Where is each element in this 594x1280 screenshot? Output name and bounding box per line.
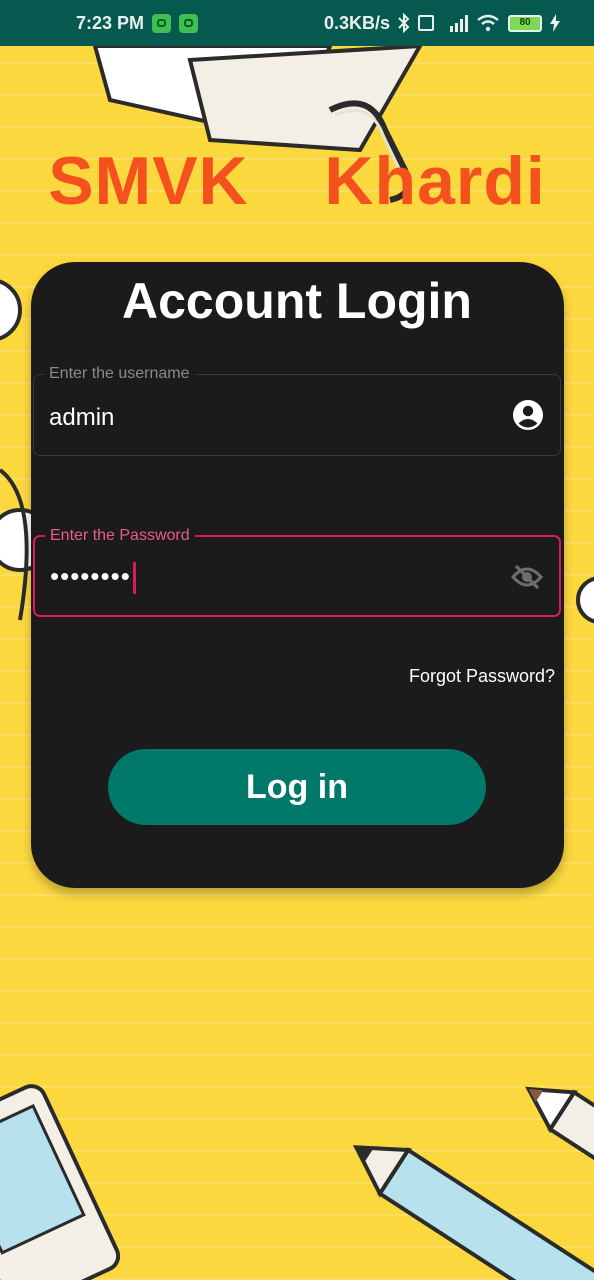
visibility-off-icon[interactable] bbox=[511, 561, 543, 593]
status-bar: 7:23 PM 0.3KB/s 80 bbox=[0, 0, 594, 46]
username-label: Enter the username bbox=[44, 364, 195, 384]
network-speed: 0.3KB/s bbox=[323, 12, 390, 33]
password-mask: •••••••• bbox=[50, 561, 131, 591]
username-input[interactable]: admin bbox=[49, 404, 114, 432]
4g-signal-icon bbox=[450, 15, 468, 32]
account-circle-icon bbox=[513, 400, 543, 430]
status-time: 7:23 PM bbox=[76, 12, 145, 33]
charging-icon bbox=[550, 14, 560, 32]
forgot-password-link[interactable]: Forgot Password? bbox=[409, 666, 555, 687]
password-field[interactable]: Enter the Password •••••••• bbox=[33, 526, 561, 617]
battery-level: 80 bbox=[519, 17, 531, 28]
password-input[interactable]: •••••••• bbox=[50, 561, 136, 595]
text-cursor bbox=[132, 562, 136, 595]
battery-icon: 80 bbox=[508, 14, 542, 32]
volte-icon bbox=[418, 15, 434, 31]
app-notification-icon bbox=[152, 13, 172, 33]
login-button[interactable]: Log in bbox=[108, 749, 486, 825]
app-title: SMVK Khardi bbox=[48, 143, 546, 219]
bluetooth-icon bbox=[398, 13, 410, 33]
password-label: Enter the Password bbox=[45, 526, 195, 546]
login-heading: Account Login bbox=[122, 273, 472, 329]
app-notification-icon bbox=[179, 13, 199, 33]
wifi-icon bbox=[477, 14, 499, 32]
username-field[interactable]: Enter the username admin bbox=[33, 364, 561, 456]
